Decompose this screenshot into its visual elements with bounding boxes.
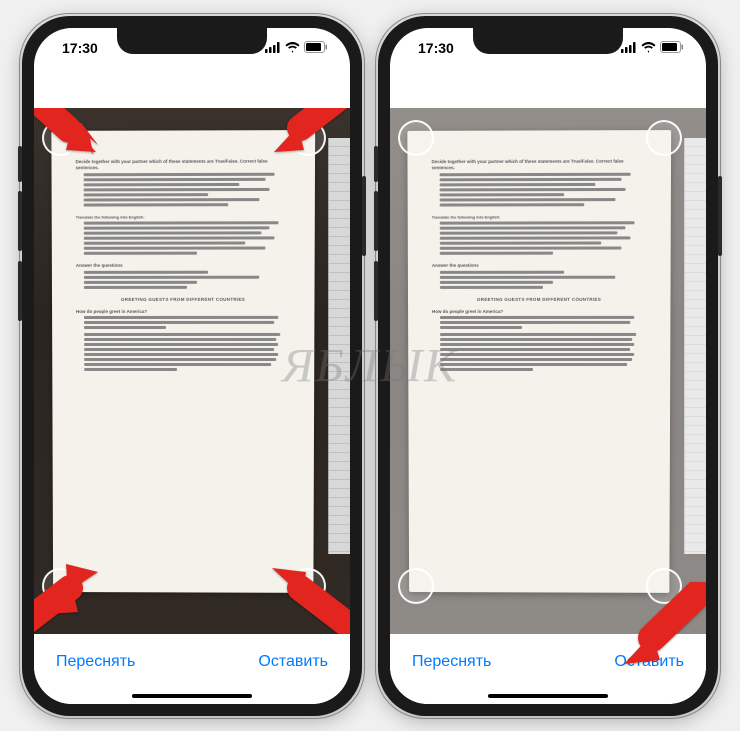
keyboard-edge bbox=[328, 138, 350, 554]
scan-area-left[interactable]: Decide together with your partner which … bbox=[34, 108, 350, 634]
status-time: 17:30 bbox=[62, 40, 98, 56]
home-indicator[interactable] bbox=[488, 694, 608, 698]
scan-content: Decide together with your partner which … bbox=[390, 68, 706, 704]
silent-switch bbox=[374, 146, 378, 182]
scan-content: Decide together with your partner which … bbox=[34, 68, 350, 704]
doc-heading-2: GREETING GUESTS FROM DIFFERENT COUNTRIES bbox=[76, 296, 290, 302]
retake-button[interactable]: Переснять bbox=[412, 653, 491, 671]
arrow-to-keep-button bbox=[618, 582, 706, 672]
retake-button[interactable]: Переснять bbox=[56, 653, 135, 671]
phone-frame-right: 17:30 Decide together with your bbox=[378, 16, 718, 716]
signal-icon bbox=[621, 40, 637, 56]
volume-up bbox=[374, 191, 378, 251]
wifi-icon bbox=[285, 40, 300, 56]
doc-heading-4: How do people greet in America? bbox=[432, 308, 646, 314]
doc-heading-3: Answer the questions bbox=[76, 262, 291, 268]
arrow-to-bl-corner bbox=[34, 546, 100, 634]
crop-handle-top-left[interactable] bbox=[398, 120, 434, 156]
doc-subheading: Translate the following into English: bbox=[432, 213, 647, 219]
volume-down bbox=[374, 261, 378, 321]
doc-heading-2: GREETING GUESTS FROM DIFFERENT COUNTRIES bbox=[432, 296, 646, 302]
bottom-toolbar: Переснять Оставить bbox=[34, 634, 350, 704]
screen-left: 17:30 Decide together with your bbox=[34, 28, 350, 704]
status-time: 17:30 bbox=[418, 40, 454, 56]
power-button bbox=[718, 176, 722, 256]
doc-heading-1: Decide together with your partner which … bbox=[76, 158, 291, 170]
scanned-document: Decide together with your partner which … bbox=[407, 130, 671, 593]
battery-icon bbox=[660, 40, 684, 56]
doc-subheading: Translate the following into English: bbox=[76, 213, 291, 219]
arrow-to-tl-corner bbox=[34, 108, 100, 170]
battery-icon bbox=[304, 40, 328, 56]
power-button bbox=[362, 176, 366, 256]
silent-switch bbox=[18, 146, 22, 182]
scanned-document: Decide together with your partner which … bbox=[51, 130, 315, 593]
wifi-icon bbox=[641, 40, 656, 56]
notch bbox=[117, 28, 267, 54]
volume-up bbox=[18, 191, 22, 251]
crop-handle-top-right[interactable] bbox=[646, 120, 682, 156]
screen-right: 17:30 Decide together with your bbox=[390, 28, 706, 704]
crop-handle-bottom-left[interactable] bbox=[398, 568, 434, 604]
notch bbox=[473, 28, 623, 54]
keyboard-edge bbox=[684, 138, 706, 554]
signal-icon bbox=[265, 40, 281, 56]
phone-frame-left: 17:30 Decide together with your bbox=[22, 16, 362, 716]
home-indicator[interactable] bbox=[132, 694, 252, 698]
arrow-to-br-corner bbox=[270, 546, 350, 634]
doc-heading-4: How do people greet in America? bbox=[76, 308, 290, 314]
arrow-to-tr-corner bbox=[270, 108, 350, 170]
scan-area-right[interactable]: Decide together with your partner which … bbox=[390, 108, 706, 634]
doc-heading-3: Answer the questions bbox=[432, 262, 647, 268]
bottom-toolbar: Переснять Оставить bbox=[390, 634, 706, 704]
volume-down bbox=[18, 261, 22, 321]
doc-heading-1: Decide together with your partner which … bbox=[432, 158, 647, 170]
keep-button[interactable]: Оставить bbox=[258, 653, 328, 671]
